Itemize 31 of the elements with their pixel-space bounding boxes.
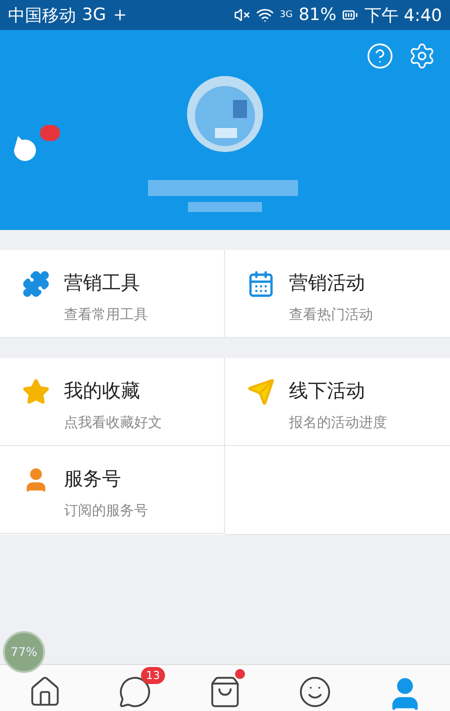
tile-subtitle: 报名的活动进度 bbox=[289, 414, 387, 432]
menu-tile[interactable]: 营销工具 查看常用工具 bbox=[0, 250, 225, 338]
star-icon bbox=[22, 378, 50, 406]
tile-subtitle: 点我看收藏好文 bbox=[64, 414, 162, 432]
smiley-icon[interactable] bbox=[298, 675, 332, 709]
puzzle-icon bbox=[22, 270, 50, 298]
carrier-name: 中国移动 bbox=[8, 4, 76, 26]
settings-icon[interactable] bbox=[408, 42, 436, 70]
menu-tile[interactable]: 我的收藏 点我看收藏好文 bbox=[0, 358, 225, 446]
tile-title: 服务号 bbox=[64, 467, 122, 492]
paper-plane-icon bbox=[247, 378, 275, 406]
tile-title: 营销工具 bbox=[64, 271, 141, 296]
menu-tile[interactable]: 服务号 订阅的服务号 bbox=[0, 446, 225, 534]
tile-title: 营销活动 bbox=[289, 271, 366, 296]
tile-subtitle: 查看热门活动 bbox=[289, 306, 373, 324]
menu-tile[interactable]: 线下活动 报名的活动进度 bbox=[225, 358, 450, 446]
wifi-icon bbox=[256, 6, 274, 24]
tile-subtitle: 查看常用工具 bbox=[64, 306, 148, 324]
menu-tile[interactable]: 营销活动 查看热门活动 bbox=[225, 250, 450, 338]
count-badge: 13 bbox=[141, 667, 165, 684]
network-type: 3G bbox=[82, 5, 106, 25]
plus-icon bbox=[112, 7, 128, 23]
tile-title: 线下活动 bbox=[289, 379, 366, 404]
battery-percent: 81% bbox=[298, 5, 336, 25]
mute-icon bbox=[234, 7, 250, 23]
signal-label: 3G bbox=[280, 10, 293, 20]
clock: 下午 4:40 bbox=[364, 4, 442, 26]
calendar-icon bbox=[247, 270, 275, 298]
tile-subtitle: 订阅的服务号 bbox=[64, 502, 148, 520]
help-icon[interactable] bbox=[366, 42, 394, 70]
tile-title: 我的收藏 bbox=[64, 379, 141, 404]
